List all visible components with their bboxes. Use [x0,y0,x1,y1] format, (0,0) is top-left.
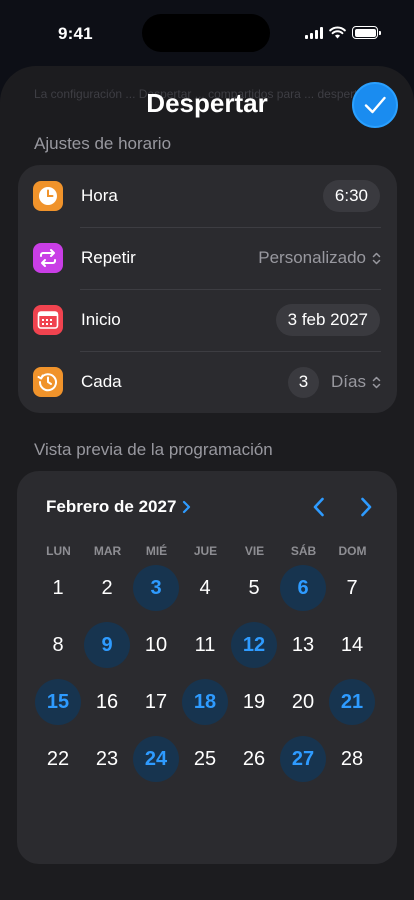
interval-label: Cada [81,372,122,391]
wifi-icon [329,26,346,39]
calendar-day[interactable]: 7 [329,565,375,611]
preview-section-header: Vista previa de la programación [34,440,273,459]
chevron-left-icon [313,497,324,517]
repeat-value[interactable]: Personalizado [258,248,381,268]
calendar-day[interactable]: 26 [231,736,277,782]
interval-number[interactable]: 3 [288,366,320,398]
status-bar: 9:41 [0,0,414,60]
cellular-signal-icon [305,26,323,39]
calendar-day-scheduled[interactable]: 24 [133,736,179,782]
weekday-label: MAR [93,544,122,558]
dynamic-island [142,14,270,52]
schedule-preview-calendar: Febrero de 2027 LUN MAR MIÉ JUE VIE SÁB DOM 12… [17,471,397,864]
weekday-label: VIE [244,544,265,558]
calendar-day-scheduled[interactable]: 21 [329,679,375,725]
calendar-day-scheduled[interactable]: 9 [84,622,130,668]
calendar-day[interactable]: 25 [182,736,228,782]
calendar-day-scheduled[interactable]: 15 [35,679,81,725]
calendar-day-scheduled[interactable]: 6 [280,565,326,611]
calendar-day[interactable]: 10 [133,622,179,668]
weekday-label: JUE [193,544,218,558]
month-label: Febrero de 2027 [46,497,177,516]
start-row[interactable]: Inicio 3 feb 2027 [18,289,397,351]
month-selector[interactable]: Febrero de 2027 [46,497,191,517]
calendar-day[interactable]: 1 [35,565,81,611]
wake-up-sheet: La configuración ... Despertar ... compa… [0,66,414,900]
calendar-day[interactable]: 2 [84,565,130,611]
calendar-day-scheduled[interactable]: 12 [231,622,277,668]
time-row[interactable]: Hora 6:30 [18,165,397,227]
weekday-label: SÁB [290,544,317,558]
calendar-day[interactable]: 17 [133,679,179,725]
repeat-icon [33,243,63,273]
clock-icon [33,181,63,211]
chevron-right-icon [361,497,372,517]
interval-unit: Días [331,372,366,391]
confirm-button[interactable] [352,82,398,128]
calendar-day[interactable]: 14 [329,622,375,668]
schedule-section-header: Ajustes de horario [34,134,172,153]
weekday-label: LUN [46,544,71,558]
calendar-day[interactable]: 23 [84,736,130,782]
calendar-day-scheduled[interactable]: 27 [280,736,326,782]
calendar-day[interactable]: 22 [35,736,81,782]
start-label: Inicio [81,310,121,329]
calendar-day-scheduled[interactable]: 18 [182,679,228,725]
calendar-day[interactable]: 20 [280,679,326,725]
chevron-up-down-icon [372,376,381,388]
weekday-label: MIÉ [145,544,168,558]
weekday-label: DOM [338,544,367,558]
status-time: 9:41 [58,24,93,43]
calendar-day-scheduled[interactable]: 3 [133,565,179,611]
battery-icon [352,26,381,39]
interval-value[interactable]: 3 Días [288,366,381,398]
calendar-day[interactable]: 8 [35,622,81,668]
time-label: Hora [81,186,118,205]
schedule-settings-group: Hora 6:30 Repetir Personalizado Inicio 3… [18,165,397,413]
status-icons [305,26,381,39]
chevron-up-down-icon [372,252,381,264]
repeat-row[interactable]: Repetir Personalizado [18,227,397,289]
calendar-day[interactable]: 4 [182,565,228,611]
previous-month-button[interactable] [307,495,331,519]
calendar-day[interactable]: 19 [231,679,277,725]
time-value-pill[interactable]: 6:30 [322,180,380,212]
calendar-day[interactable]: 13 [280,622,326,668]
start-date-pill[interactable]: 3 feb 2027 [275,304,380,336]
calendar-icon [33,305,63,335]
repeat-value-text: Personalizado [258,248,366,267]
calendar-day[interactable]: 5 [231,565,277,611]
next-month-button[interactable] [354,495,378,519]
calendar-day[interactable]: 11 [182,622,228,668]
interval-row[interactable]: Cada 3 Días [18,351,397,413]
checkmark-icon [364,96,386,114]
chevron-right-small-icon [183,500,191,514]
repeat-label: Repetir [81,248,136,267]
calendar-day[interactable]: 28 [329,736,375,782]
calendar-day[interactable]: 16 [84,679,130,725]
history-icon [33,367,63,397]
